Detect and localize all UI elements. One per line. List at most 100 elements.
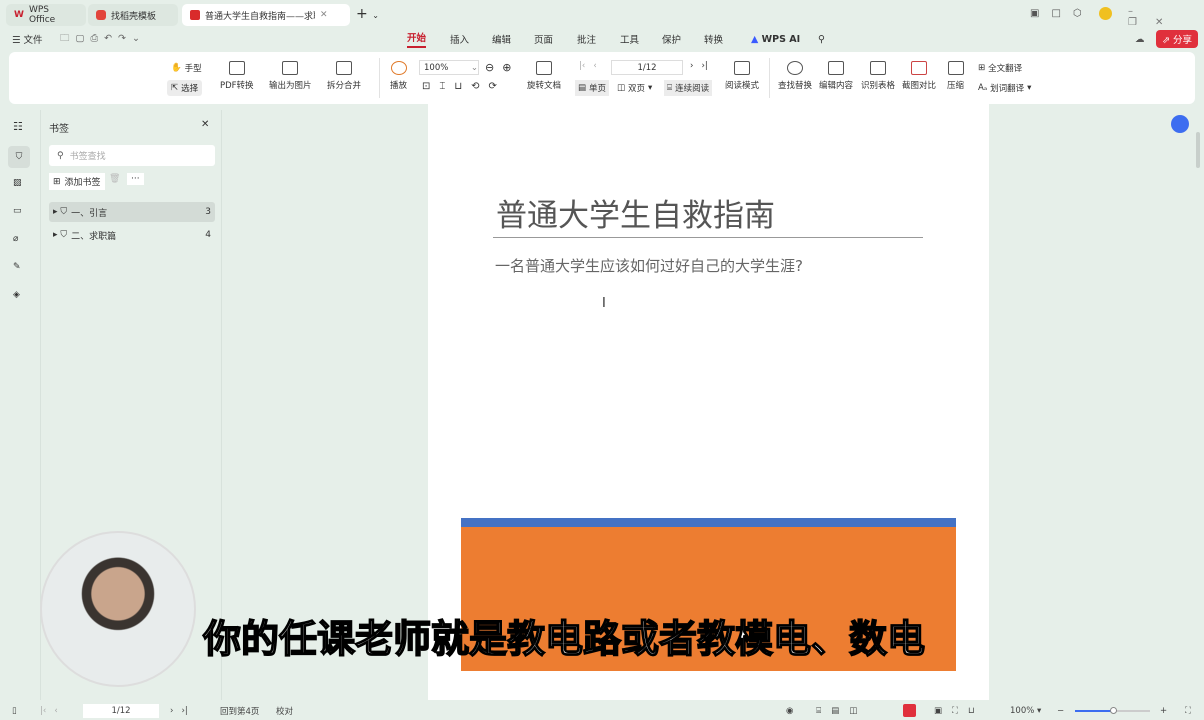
signature-icon[interactable]: ✎ bbox=[13, 262, 21, 272]
zoom-select[interactable]: 100% ▾ bbox=[1010, 706, 1041, 716]
full-translate-button[interactable]: ⊞ 全文翻译 bbox=[978, 62, 1022, 74]
menu-edit[interactable]: 编辑 bbox=[492, 32, 511, 46]
tab-label: 找稻壳模板 bbox=[111, 11, 157, 22]
blue-band bbox=[461, 518, 956, 527]
label: 选择 bbox=[181, 84, 199, 94]
menu-tools[interactable]: 工具 bbox=[620, 32, 639, 46]
hand-tool-button[interactable]: ✋ 手型 bbox=[171, 62, 202, 74]
rotate-icon bbox=[536, 61, 552, 75]
window-controls[interactable]: –❐✕ bbox=[1128, 6, 1204, 28]
more-icon[interactable]: ··· bbox=[127, 173, 144, 185]
recognize-table-button[interactable]: 识别表格 bbox=[861, 61, 895, 91]
zoom-value: 100% bbox=[424, 62, 449, 73]
menu-convert[interactable]: 转换 bbox=[704, 32, 723, 46]
label: PDF转换 bbox=[220, 81, 254, 91]
file-menu[interactable]: ☰ 文件 bbox=[12, 32, 43, 46]
bookmark-search-input[interactable]: ⚲ 书签查找 bbox=[49, 145, 215, 166]
zoom-slider[interactable] bbox=[1075, 707, 1150, 714]
menu-page[interactable]: 页面 bbox=[534, 32, 553, 46]
thumbnail-icon[interactable]: ▨ bbox=[13, 178, 22, 188]
close-panel-icon[interactable]: ✕ bbox=[201, 119, 209, 130]
convert-icon bbox=[228, 61, 245, 75]
first-prev-icons[interactable]: |‹ ‹ bbox=[40, 706, 58, 716]
edit-content-button[interactable]: 编辑内容 bbox=[819, 61, 853, 91]
fit-icons[interactable]: ▣⛶⊔ bbox=[934, 706, 985, 716]
word-translate-button[interactable]: Aₐ 划词翻译 ▾ bbox=[978, 82, 1031, 94]
left-toolbar: ☷ ⛉ ▨ ▭ ⌀ ✎ ◈ bbox=[0, 110, 38, 700]
delete-icon[interactable]: 🗑 bbox=[109, 174, 120, 184]
label: 压缩 bbox=[947, 81, 965, 91]
compress-button[interactable]: 压缩 bbox=[947, 61, 964, 91]
select-tool-button[interactable]: ⇱ 选择 bbox=[167, 80, 203, 96]
zoom-out-icon[interactable]: − bbox=[1057, 706, 1064, 716]
assistant-float-icon[interactable] bbox=[1171, 115, 1189, 133]
tab-label: WPS Office bbox=[28, 5, 56, 25]
attachment-icon[interactable]: ⌀ bbox=[13, 234, 18, 244]
page-input[interactable]: 1/12 bbox=[83, 704, 159, 718]
doc-title: 普通大学生自救指南 bbox=[496, 198, 775, 234]
page-number-input[interactable]: 1/12 bbox=[611, 60, 683, 75]
menu-start[interactable]: 开始 bbox=[407, 30, 427, 48]
tab-document[interactable]: 普通大学生自救指南——求职 ✕ bbox=[182, 4, 350, 26]
search-icon bbox=[787, 61, 803, 75]
add-bookmark-button[interactable]: ⊞ 添加书签 bbox=[49, 173, 105, 190]
close-icon[interactable]: ✕ bbox=[320, 10, 328, 20]
rotate-document-button[interactable]: 旋转文档 bbox=[527, 61, 561, 91]
bookmark-label: 一、引言 bbox=[71, 208, 108, 219]
bookmark-page: 3 bbox=[205, 207, 211, 217]
view-mode-icons[interactable]: ◉ ⌸▤◫ bbox=[786, 706, 867, 716]
menu-wps-ai[interactable]: ▲ WPS AI bbox=[751, 34, 800, 45]
window-tools-icon[interactable]: ▣□⬡ bbox=[1030, 8, 1094, 19]
record-icon[interactable] bbox=[903, 704, 916, 717]
screenshot-compare-button[interactable]: 截图对比 bbox=[902, 61, 936, 91]
export-image-button[interactable]: 输出为图片 bbox=[269, 61, 312, 91]
add-bookmark-icon: ⊞ bbox=[53, 176, 61, 187]
bookmark-item[interactable]: ▸ ⛉ 一、引言 3 bbox=[49, 202, 215, 222]
cloud-upload-icon[interactable]: ☁ bbox=[1135, 34, 1145, 45]
split-merge-button[interactable]: 拆分合并 bbox=[327, 61, 361, 91]
view-fit-icons[interactable]: ⊡⌶⊔⟲⟳ bbox=[422, 81, 506, 92]
find-replace-button[interactable]: 查找替换 bbox=[778, 61, 812, 91]
read-mode-button[interactable]: 阅读模式 bbox=[725, 61, 759, 91]
next-last-page-icons[interactable]: › ›| bbox=[690, 61, 708, 71]
menu-protect[interactable]: 保护 bbox=[662, 32, 681, 46]
play-icon bbox=[390, 61, 407, 75]
play-button[interactable]: 播放 bbox=[390, 61, 407, 91]
bookmark-icon[interactable]: ⛉ bbox=[8, 146, 30, 168]
ribbon-toolbar: ✋ 手型 ⇱ 选择 PDF转换 输出为图片 拆分合并 播放 100% ⌄ ⊖⊕ ⊡⌶⊔… bbox=[9, 52, 1195, 104]
search-icon[interactable]: ⚲ bbox=[818, 34, 825, 45]
double-page-button[interactable]: ◫ 双页 ▾ bbox=[617, 82, 652, 94]
outline-icon[interactable]: ☷ bbox=[13, 120, 23, 133]
doc-subtitle: 一名普通大学生应该如何过好自己的大学生涯? bbox=[495, 257, 803, 275]
proofread-button[interactable]: 校对 bbox=[276, 705, 293, 717]
layers-icon[interactable]: ◈ bbox=[13, 290, 20, 300]
continuous-read-button[interactable]: ⌸ 连续阅读 bbox=[664, 80, 713, 96]
share-button[interactable]: ⇗ 分享 bbox=[1156, 30, 1198, 48]
first-prev-page-icons[interactable]: |‹ ‹ bbox=[579, 61, 597, 71]
vertical-scrollbar[interactable] bbox=[1196, 132, 1200, 168]
zoom-select[interactable]: 100% ⌄ bbox=[419, 60, 479, 75]
cursor-icon: ⇱ bbox=[171, 83, 179, 93]
menu-annotate[interactable]: 批注 bbox=[577, 32, 596, 46]
tab-templates[interactable]: 找稻壳模板 bbox=[88, 4, 178, 26]
sidebar-toggle-icon[interactable]: ▯ bbox=[12, 706, 17, 716]
label: 连续阅读 bbox=[675, 84, 710, 94]
comment-icon[interactable]: ▭ bbox=[13, 206, 22, 216]
tab-wps-office[interactable]: W WPS Office bbox=[6, 4, 86, 26]
zoom-in-icon[interactable]: + bbox=[1160, 706, 1167, 716]
back-to-page-link[interactable]: 回到第4页 bbox=[220, 705, 259, 717]
placeholder: 书签查找 bbox=[69, 152, 106, 162]
next-last-icons[interactable]: › ›| bbox=[170, 706, 188, 716]
label: 单页 bbox=[589, 84, 607, 94]
single-page-button[interactable]: ▤ 单页 bbox=[575, 80, 610, 96]
zoom-out-in-icons[interactable]: ⊖⊕ bbox=[485, 61, 519, 74]
compress-icon bbox=[947, 61, 964, 75]
fullscreen-icon[interactable]: ⛶ bbox=[1185, 706, 1191, 716]
menu-insert[interactable]: 插入 bbox=[450, 32, 469, 46]
quick-access-icons[interactable]: 🗀▢⎙↶↷⌄ bbox=[60, 31, 146, 47]
pdf-convert-button[interactable]: PDF转换 bbox=[220, 61, 254, 91]
split-icon bbox=[336, 61, 352, 75]
new-tab-icon[interactable]: + ⌄ bbox=[356, 6, 379, 22]
bookmark-item[interactable]: ▸ ⛉ 二、求职篇 4 bbox=[49, 225, 215, 245]
avatar[interactable] bbox=[1099, 7, 1112, 20]
